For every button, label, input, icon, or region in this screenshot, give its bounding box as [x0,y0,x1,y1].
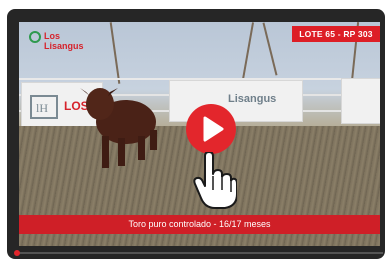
sponsor-banner-right [341,78,380,124]
video-caption: Toro puro controlado - 16/17 meses [19,215,380,234]
ranch-logo-text: Los Lisangus [44,31,84,51]
tree-branch [241,22,255,80]
seek-track[interactable] [17,252,383,254]
seek-handle[interactable] [14,250,20,256]
bull-figure [80,88,157,168]
tree-branch [109,22,121,84]
video-frame[interactable]: lH LOS Lisangus Los Lisangus LOTE 65 - R… [19,22,380,246]
lot-badge: LOTE 65 - RP 303 [292,26,380,42]
ranch-logo: Los Lisangus [29,30,95,51]
hand-pointer-icon [193,152,237,209]
seek-bar[interactable] [7,247,385,259]
video-player[interactable]: lH LOS Lisangus Los Lisangus LOTE 65 - R… [7,9,385,259]
play-icon [203,116,224,142]
tree-branch [262,22,278,76]
svg-text:lH: lH [36,101,48,115]
play-button[interactable] [186,104,236,154]
ranch-logo-icon [29,31,41,43]
brand-logo-icon: lH [30,95,58,119]
